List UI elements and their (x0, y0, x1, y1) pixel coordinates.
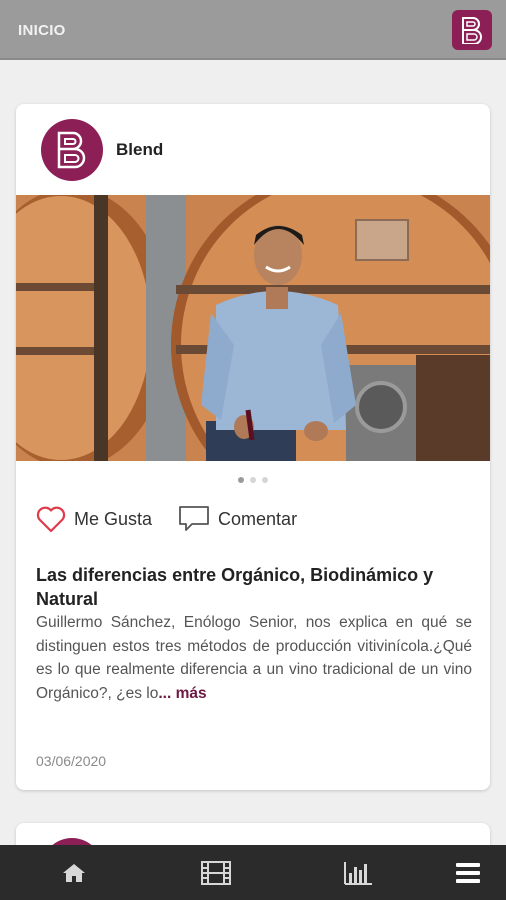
carousel-indicator (16, 477, 490, 483)
author-name[interactable]: Blend (116, 140, 163, 160)
nav-home[interactable] (44, 845, 104, 900)
nav-menu[interactable] (438, 845, 498, 900)
nav-videos[interactable] (186, 845, 246, 900)
like-label: Me Gusta (74, 508, 153, 529)
post-excerpt: Guillermo Sánchez, Enólogo Senior, nos e… (36, 611, 472, 705)
blend-logo-icon[interactable] (452, 10, 492, 50)
comment-label: Comentar (218, 508, 298, 529)
comment-icon (179, 506, 209, 531)
top-app-bar: INICIO (0, 0, 506, 60)
carousel-dot[interactable] (250, 477, 256, 483)
author-avatar[interactable] (41, 119, 103, 181)
bar-chart-icon (344, 861, 372, 885)
post-excerpt-text: Guillermo Sánchez, Enólogo Senior, nos e… (36, 614, 472, 702)
post-date: 03/06/2020 (36, 753, 107, 769)
bottom-navigation (0, 845, 506, 900)
post-card[interactable]: Blend Me Gusta Comentar Las diferencias … (16, 104, 490, 790)
like-button[interactable]: Me Gusta (36, 506, 152, 533)
menu-icon (456, 862, 480, 883)
carousel-dot[interactable] (262, 477, 268, 483)
post-actions: Me Gusta Comentar (36, 502, 323, 536)
post-title[interactable]: Las diferencias entre Orgánico, Biodinám… (36, 563, 472, 611)
page-title: INICIO (18, 22, 66, 39)
post-image[interactable] (16, 195, 490, 461)
nav-stats[interactable] (328, 845, 388, 900)
film-icon (201, 860, 231, 885)
carousel-dot[interactable] (238, 477, 244, 483)
comment-button[interactable]: Comentar (178, 505, 297, 533)
home-icon (63, 863, 85, 882)
heart-icon (36, 506, 66, 532)
blend-logo-icon (57, 131, 86, 169)
read-more-link[interactable]: ... más (158, 685, 206, 702)
